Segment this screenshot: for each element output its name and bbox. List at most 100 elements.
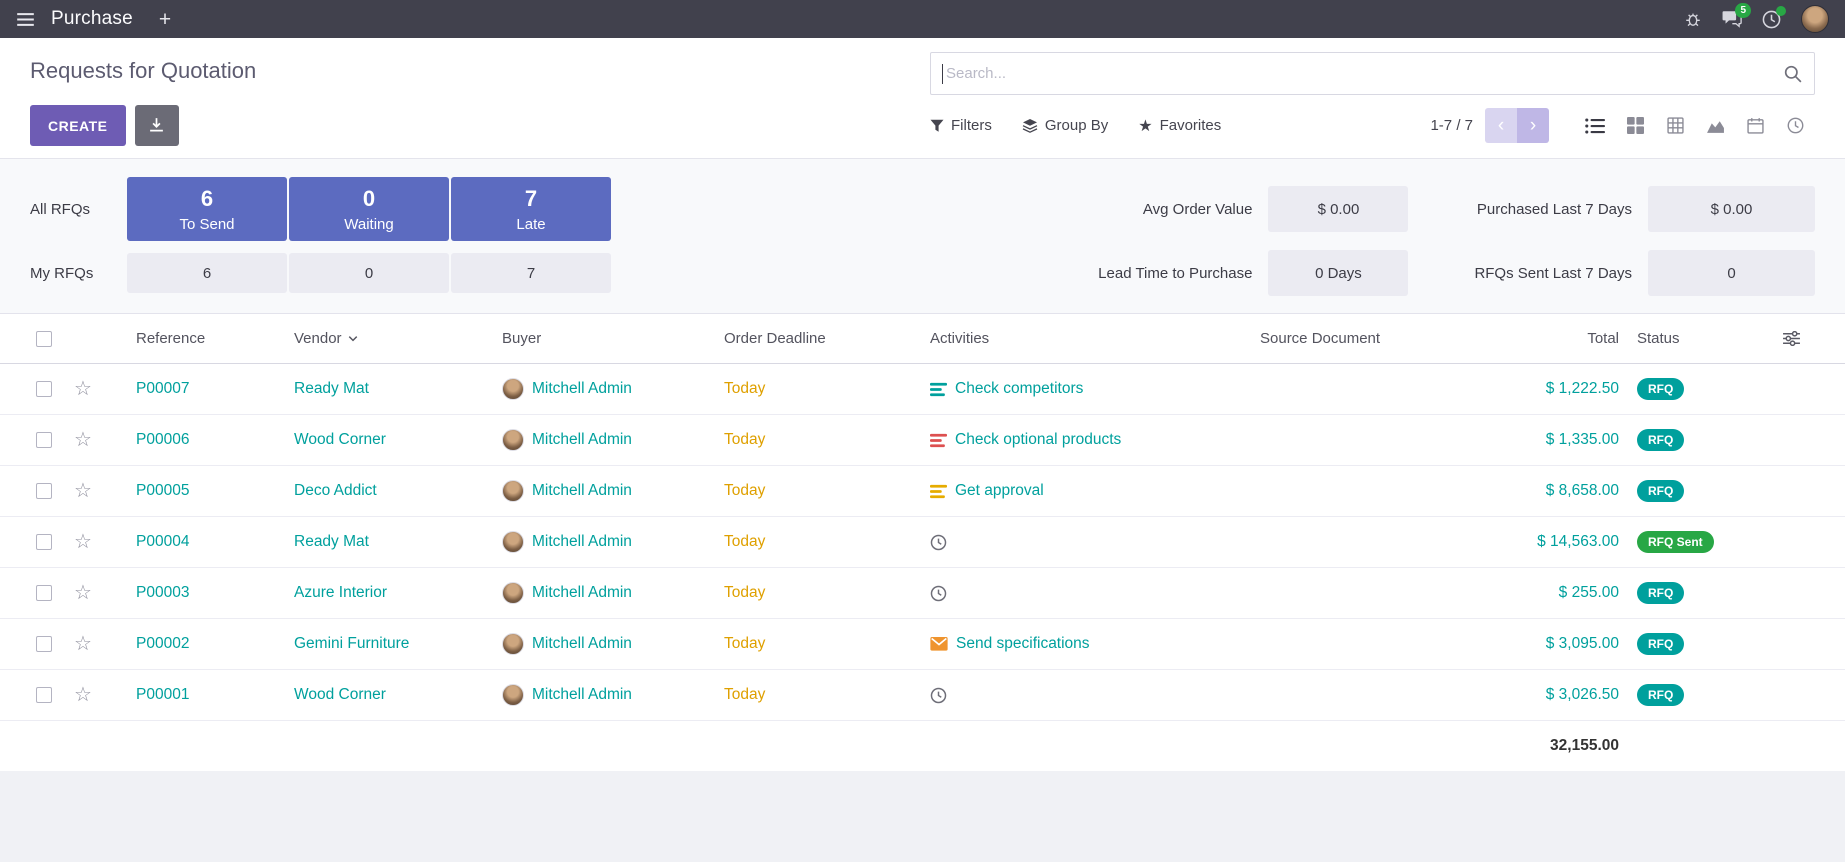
vendor-link[interactable]: Azure Interior bbox=[294, 584, 387, 602]
view-pivot-button[interactable] bbox=[1655, 108, 1695, 144]
buyer-link[interactable]: Mitchell Admin bbox=[532, 482, 632, 500]
debug-icon[interactable] bbox=[1684, 10, 1702, 28]
activity-label[interactable]: Get approval bbox=[955, 482, 1044, 500]
favorites-button[interactable]: ★ Favorites bbox=[1138, 116, 1221, 136]
row-checkbox[interactable] bbox=[36, 636, 52, 652]
group-by-button[interactable]: Group By bbox=[1022, 117, 1108, 134]
pager-previous-button[interactable]: ‹ bbox=[1485, 108, 1517, 143]
reference-link[interactable]: P00003 bbox=[136, 584, 189, 602]
activity-cell[interactable]: Send specifications bbox=[930, 635, 1260, 653]
activity-cell[interactable]: Check competitors bbox=[930, 380, 1260, 398]
table-row[interactable]: ☆ P00003 Azure Interior Mitchell Admin T… bbox=[0, 568, 1845, 619]
table-footer-row: 32,155.00 bbox=[0, 721, 1845, 771]
column-header-activities[interactable]: Activities bbox=[930, 330, 1260, 347]
vendor-link[interactable]: Ready Mat bbox=[294, 533, 369, 551]
export-button[interactable] bbox=[135, 105, 179, 146]
buyer-link[interactable]: Mitchell Admin bbox=[532, 431, 632, 449]
activity-clock-icon bbox=[930, 585, 947, 602]
row-checkbox[interactable] bbox=[36, 534, 52, 550]
buyer-link[interactable]: Mitchell Admin bbox=[532, 380, 632, 398]
vendor-link[interactable]: Wood Corner bbox=[294, 431, 386, 449]
app-name[interactable]: Purchase bbox=[51, 8, 133, 30]
favorite-star-icon[interactable]: ☆ bbox=[74, 430, 92, 450]
table-row[interactable]: ☆ P00004 Ready Mat Mitchell Admin Today … bbox=[0, 517, 1845, 568]
activity-label[interactable]: Check competitors bbox=[955, 380, 1083, 398]
favorite-star-icon[interactable]: ☆ bbox=[74, 532, 92, 552]
reference-link[interactable]: P00001 bbox=[136, 686, 189, 704]
column-header-order-deadline[interactable]: Order Deadline bbox=[724, 330, 930, 347]
vendor-link[interactable]: Deco Addict bbox=[294, 482, 377, 500]
row-checkbox[interactable] bbox=[36, 483, 52, 499]
buyer-link[interactable]: Mitchell Admin bbox=[532, 533, 632, 551]
favorite-star-icon[interactable]: ☆ bbox=[74, 634, 92, 654]
table-row[interactable]: ☆ P00005 Deco Addict Mitchell Admin Toda… bbox=[0, 466, 1845, 517]
activity-cell[interactable] bbox=[930, 585, 1260, 602]
plus-icon[interactable]: + bbox=[159, 9, 171, 30]
table-row[interactable]: ☆ P00002 Gemini Furniture Mitchell Admin… bbox=[0, 619, 1845, 670]
view-graph-button[interactable] bbox=[1695, 108, 1735, 144]
stat-value[interactable]: $ 0.00 bbox=[1648, 186, 1815, 232]
column-header-buyer[interactable]: Buyer bbox=[502, 330, 724, 347]
table-row[interactable]: ☆ P00007 Ready Mat Mitchell Admin Today … bbox=[0, 364, 1845, 415]
order-deadline-text: Today bbox=[724, 584, 765, 602]
row-checkbox[interactable] bbox=[36, 687, 52, 703]
reference-link[interactable]: P00004 bbox=[136, 533, 189, 551]
row-checkbox[interactable] bbox=[36, 381, 52, 397]
kpi-to-send[interactable]: 6 To Send bbox=[127, 177, 287, 241]
create-button[interactable]: CREATE bbox=[30, 105, 126, 146]
activities-icon[interactable] bbox=[1762, 10, 1781, 29]
column-header-status[interactable]: Status bbox=[1625, 330, 1765, 347]
column-header-vendor[interactable]: Vendor bbox=[294, 330, 502, 347]
stat-value[interactable]: 0 bbox=[1648, 250, 1815, 296]
messages-icon[interactable]: 5 bbox=[1722, 10, 1742, 28]
my-late[interactable]: 7 bbox=[451, 253, 611, 293]
activity-label[interactable]: Check optional products bbox=[955, 431, 1121, 449]
table-row[interactable]: ☆ P00001 Wood Corner Mitchell Admin Toda… bbox=[0, 670, 1845, 721]
search-box[interactable] bbox=[930, 52, 1815, 95]
filters-button[interactable]: Filters bbox=[930, 117, 992, 134]
kpi-waiting[interactable]: 0 Waiting bbox=[289, 177, 449, 241]
row-checkbox[interactable] bbox=[36, 585, 52, 601]
my-waiting[interactable]: 0 bbox=[289, 253, 449, 293]
stat-value[interactable]: 0 Days bbox=[1268, 250, 1408, 296]
vendor-link[interactable]: Gemini Furniture bbox=[294, 635, 409, 653]
buyer-link[interactable]: Mitchell Admin bbox=[532, 584, 632, 602]
pager-next-button[interactable]: › bbox=[1517, 108, 1549, 143]
search-input[interactable] bbox=[943, 65, 1784, 82]
row-checkbox[interactable] bbox=[36, 432, 52, 448]
reference-link[interactable]: P00006 bbox=[136, 431, 189, 449]
my-to-send[interactable]: 6 bbox=[127, 253, 287, 293]
select-all-checkbox[interactable] bbox=[36, 331, 52, 347]
stat-value[interactable]: $ 0.00 bbox=[1268, 186, 1408, 232]
column-header-reference[interactable]: Reference bbox=[124, 330, 294, 347]
table-row[interactable]: ☆ P00006 Wood Corner Mitchell Admin Toda… bbox=[0, 415, 1845, 466]
favorite-star-icon[interactable]: ☆ bbox=[74, 481, 92, 501]
search-icon[interactable] bbox=[1784, 65, 1802, 83]
vendor-link[interactable]: Ready Mat bbox=[294, 380, 369, 398]
view-kanban-button[interactable] bbox=[1615, 108, 1655, 144]
favorite-star-icon[interactable]: ☆ bbox=[74, 583, 92, 603]
reference-link[interactable]: P00005 bbox=[136, 482, 189, 500]
user-avatar[interactable] bbox=[1801, 5, 1829, 33]
buyer-link[interactable]: Mitchell Admin bbox=[532, 635, 632, 653]
favorite-star-icon[interactable]: ☆ bbox=[74, 685, 92, 705]
column-header-total[interactable]: Total bbox=[1475, 330, 1625, 347]
buyer-link[interactable]: Mitchell Admin bbox=[532, 686, 632, 704]
favorite-star-icon[interactable]: ☆ bbox=[74, 379, 92, 399]
activity-cell[interactable] bbox=[930, 687, 1260, 704]
control-panel: Requests for Quotation CREATE Filters Gr… bbox=[0, 38, 1845, 159]
view-list-button[interactable] bbox=[1575, 108, 1615, 144]
apps-menu-icon[interactable] bbox=[16, 12, 35, 27]
view-activity-button[interactable] bbox=[1775, 108, 1815, 144]
activity-cell[interactable] bbox=[930, 534, 1260, 551]
optional-columns-icon[interactable] bbox=[1782, 331, 1801, 346]
activity-cell[interactable]: Check optional products bbox=[930, 431, 1260, 449]
vendor-link[interactable]: Wood Corner bbox=[294, 686, 386, 704]
view-calendar-button[interactable] bbox=[1735, 108, 1775, 144]
activity-cell[interactable]: Get approval bbox=[930, 482, 1260, 500]
kpi-late[interactable]: 7 Late bbox=[451, 177, 611, 241]
reference-link[interactable]: P00007 bbox=[136, 380, 189, 398]
activity-label[interactable]: Send specifications bbox=[956, 635, 1090, 653]
column-header-source-document[interactable]: Source Document bbox=[1260, 330, 1475, 347]
reference-link[interactable]: P00002 bbox=[136, 635, 189, 653]
